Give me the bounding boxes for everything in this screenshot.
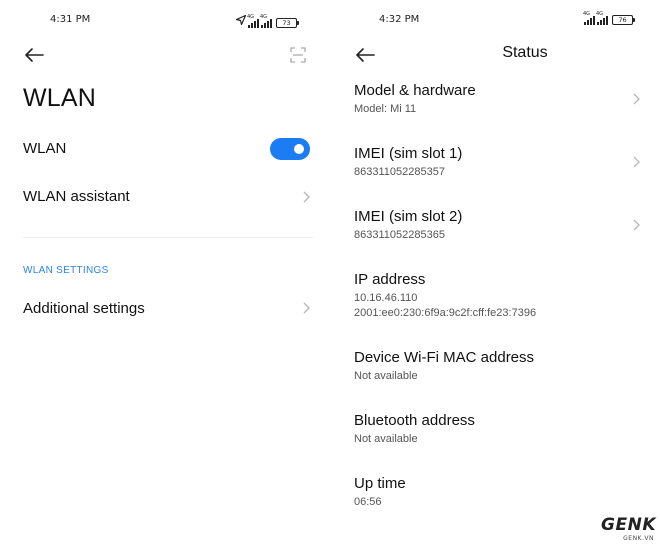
item-title: Model & hardware [354,82,476,99]
additional-settings-label: Additional settings [23,300,145,317]
status-item-wifi-mac[interactable]: Device Wi-Fi MAC address Not available [330,345,660,399]
status-screen: 4:32 PM 4G 4G 76 Status Model & hardware… [330,0,660,546]
item-subtitle: 863311052285365 [354,229,445,241]
signal-icon: 4G [247,14,259,28]
status-time: 4:32 PM [379,14,420,25]
signal-icon: 4G [596,11,608,25]
back-arrow-icon [25,48,44,62]
watermark-brand: GENK [601,515,656,535]
signal-icon: 4G [583,11,595,25]
item-subtitle: 10.16.46.110 [354,292,418,304]
page-title: Status [502,44,548,61]
item-title: Up time [354,475,406,492]
status-time: 4:31 PM [50,14,91,25]
status-icons: 4G 4G 76 [583,11,635,25]
status-icons: 4G 4G 73 [235,14,299,28]
additional-settings-row[interactable]: Additional settings [0,288,330,330]
item-title: Bluetooth address [354,412,475,429]
item-subtitle: 06:56 [354,496,382,508]
section-header: WLAN SETTINGS [23,265,109,276]
status-bar: 4:31 PM 4G 4G 73 [0,14,330,30]
battery-icon: 73 [276,18,299,28]
wlan-toggle-switch[interactable] [270,138,310,160]
wlan-screen: 4:31 PM 4G 4G 73 WLAN WLAN WLAN assistan… [0,0,330,546]
item-subtitle: Model: Mi 11 [354,103,417,115]
wlan-assistant-label: WLAN assistant [23,188,130,205]
chevron-right-icon [302,190,311,204]
battery-icon: 76 [612,15,635,25]
item-subtitle: Not available [354,370,418,382]
chevron-right-icon [632,155,641,169]
scan-icon [290,47,306,63]
location-arrow-icon [235,14,247,28]
chevron-right-icon [302,301,311,315]
wlan-assistant-row[interactable]: WLAN assistant [0,176,330,218]
back-arrow-icon [356,48,375,62]
item-subtitle: 863311052285357 [354,166,445,178]
chevron-right-icon [632,92,641,106]
status-item-bluetooth[interactable]: Bluetooth address Not available [330,408,660,462]
item-title: Device Wi-Fi MAC address [354,349,535,366]
page-title: WLAN [23,84,97,112]
status-bar: 4:32 PM 4G 4G 76 [330,11,660,30]
status-item-ip-address[interactable]: IP address 10.16.46.110 2001:ee0:230:6f9… [330,267,660,327]
wlan-toggle-label: WLAN [23,140,67,157]
back-button[interactable] [23,47,45,63]
scan-button[interactable] [290,47,306,63]
status-item-imei-2[interactable]: IMEI (sim slot 2) 863311052285365 [330,204,660,258]
chevron-right-icon [632,218,641,232]
genk-watermark: GENK GENK.VN [580,515,656,543]
item-title: IP address [354,271,426,288]
watermark-site: GENK.VN [623,535,654,542]
item-subtitle: Not available [354,433,418,445]
divider-line [23,237,313,238]
toggle-knob [294,144,304,154]
item-subtitle-secondary: 2001:ee0:230:6f9a:9c2f:cff:fe23:7396 [354,307,537,319]
item-title: IMEI (sim slot 1) [354,145,463,162]
signal-icon: 4G [260,14,272,28]
back-button[interactable] [354,47,376,63]
status-item-imei-1[interactable]: IMEI (sim slot 1) 863311052285357 [330,141,660,195]
item-title: IMEI (sim slot 2) [354,208,463,225]
status-item-model[interactable]: Model & hardware Model: Mi 11 [330,78,660,132]
